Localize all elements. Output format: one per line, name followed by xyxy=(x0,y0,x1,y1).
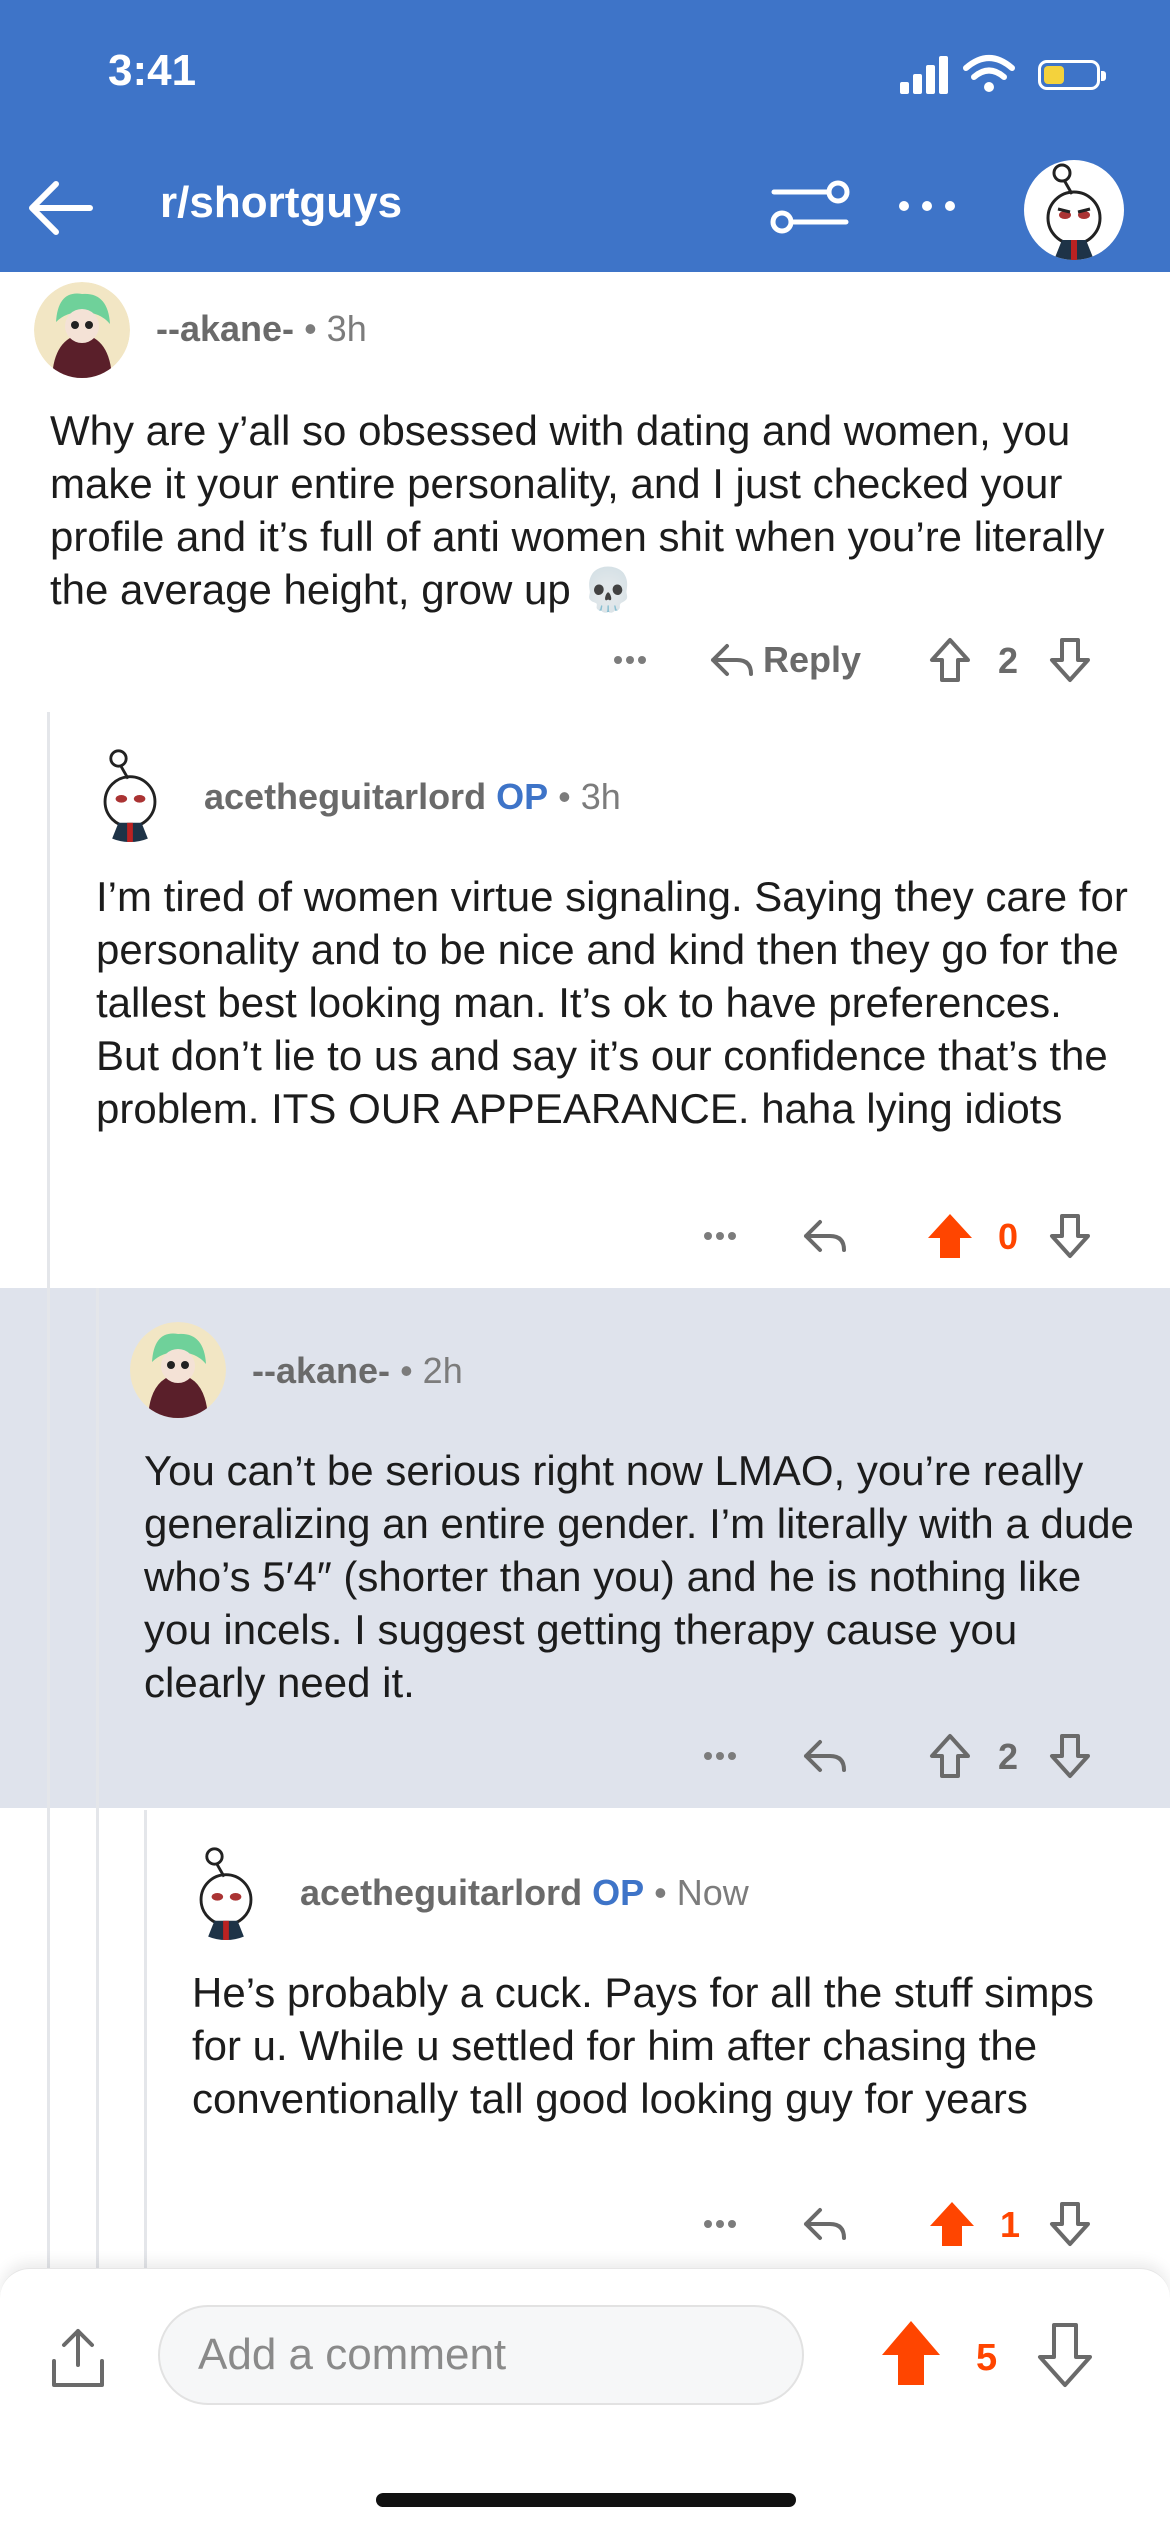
comment-age: 3h xyxy=(326,308,367,349)
comment-body: You can’t be serious right now LMAO, you… xyxy=(144,1447,1134,1706)
snoo-avatar-icon xyxy=(199,1847,253,1940)
subreddit-title[interactable]: r/shortguys xyxy=(160,178,402,228)
anime-avatar-icon xyxy=(130,1322,226,1418)
op-badge: OP xyxy=(496,776,549,817)
comment-meta: --akane- • 2h xyxy=(252,1350,463,1391)
more-icon[interactable] xyxy=(690,2194,750,2254)
home-indicator xyxy=(376,2493,796,2507)
upvote-icon[interactable] xyxy=(922,2194,982,2254)
comment-meta: --akane- • 3h xyxy=(156,308,367,349)
vote-count: 2 xyxy=(998,640,1019,681)
username[interactable]: acetheguitarlord xyxy=(204,776,486,817)
avatar[interactable] xyxy=(130,1322,226,1418)
reply-icon[interactable] xyxy=(796,1206,856,1266)
signal-icon xyxy=(900,54,950,94)
reply-button[interactable]: Reply xyxy=(700,630,870,690)
filter-icon[interactable] xyxy=(768,172,852,242)
add-comment-input[interactable] xyxy=(158,2305,804,2405)
anime-avatar-icon xyxy=(34,282,130,378)
comment-actions: Reply 2 xyxy=(0,630,1170,690)
comment-body: He’s probably a cuck. Pays for all the s… xyxy=(192,1969,1094,2122)
upvote-icon[interactable] xyxy=(920,630,980,690)
wifi-icon xyxy=(963,55,1015,92)
more-icon[interactable] xyxy=(690,1726,750,1786)
username[interactable]: acetheguitarlord xyxy=(300,1872,582,1913)
status-time: 3:41 xyxy=(108,46,197,95)
reply-label: Reply xyxy=(762,639,862,680)
comment[interactable]: --akane- • 3h Why are y’all so obsessed … xyxy=(0,272,1170,692)
avatar[interactable] xyxy=(82,746,178,842)
comment[interactable]: --akane- • 2h You can’t be serious right… xyxy=(0,1288,1170,1808)
downvote-icon[interactable] xyxy=(1040,630,1100,690)
vote-count: 1 xyxy=(1000,2204,1021,2245)
upvote-icon[interactable] xyxy=(876,2315,946,2391)
reply-icon xyxy=(710,644,753,676)
downvote-icon[interactable] xyxy=(1040,2194,1100,2254)
back-arrow-icon[interactable] xyxy=(20,168,100,248)
status-icons xyxy=(900,50,1120,98)
comment-actions: 1 xyxy=(0,2194,1170,2254)
comment[interactable]: acetheguitarlord OP • 3h I’m tired of wo… xyxy=(0,720,1170,1280)
reply-icon[interactable] xyxy=(796,2194,856,2254)
downvote-icon[interactable] xyxy=(1040,1726,1100,1786)
user-avatar-button[interactable] xyxy=(1024,160,1124,260)
comment-age: Now xyxy=(676,1872,749,1913)
username[interactable]: --akane- xyxy=(156,308,294,349)
snoo-avatar-icon xyxy=(103,749,157,842)
more-icon[interactable] xyxy=(892,176,962,236)
comment-body: Why are y’all so obsessed with dating an… xyxy=(50,407,1105,613)
comment-body: I’m tired of women virtue signaling. Say… xyxy=(96,873,1128,1132)
comment-age: 2h xyxy=(422,1350,463,1391)
vote-count: 2 xyxy=(998,1736,1019,1777)
post-vote-count: 5 xyxy=(976,2337,998,2379)
avatar[interactable] xyxy=(178,1844,274,1940)
comment-actions: 2 xyxy=(0,1726,1170,1786)
upvote-icon[interactable] xyxy=(920,1206,980,1266)
comment-meta: acetheguitarlord OP • Now xyxy=(300,1872,749,1913)
snoo-avatar-icon xyxy=(1046,163,1102,260)
avatar[interactable] xyxy=(34,282,130,378)
comment-actions: 0 xyxy=(0,1206,1170,1266)
vote-count: 0 xyxy=(998,1216,1019,1257)
comment-age: 3h xyxy=(580,776,621,817)
downvote-icon[interactable] xyxy=(1040,1206,1100,1266)
more-icon[interactable] xyxy=(600,630,660,690)
downvote-icon[interactable] xyxy=(1030,2315,1100,2391)
more-icon[interactable] xyxy=(690,1206,750,1266)
comment[interactable]: acetheguitarlord OP • Now He’s probably … xyxy=(0,1810,1170,2268)
username[interactable]: --akane- xyxy=(252,1350,390,1391)
battery-icon xyxy=(1038,60,1106,90)
comment-meta: acetheguitarlord OP • 3h xyxy=(204,776,621,817)
app-header: 3:41 r/shortguys xyxy=(0,0,1170,272)
share-icon[interactable] xyxy=(46,2323,110,2393)
reply-icon[interactable] xyxy=(796,1726,856,1786)
op-badge: OP xyxy=(592,1872,645,1913)
upvote-icon[interactable] xyxy=(920,1726,980,1786)
